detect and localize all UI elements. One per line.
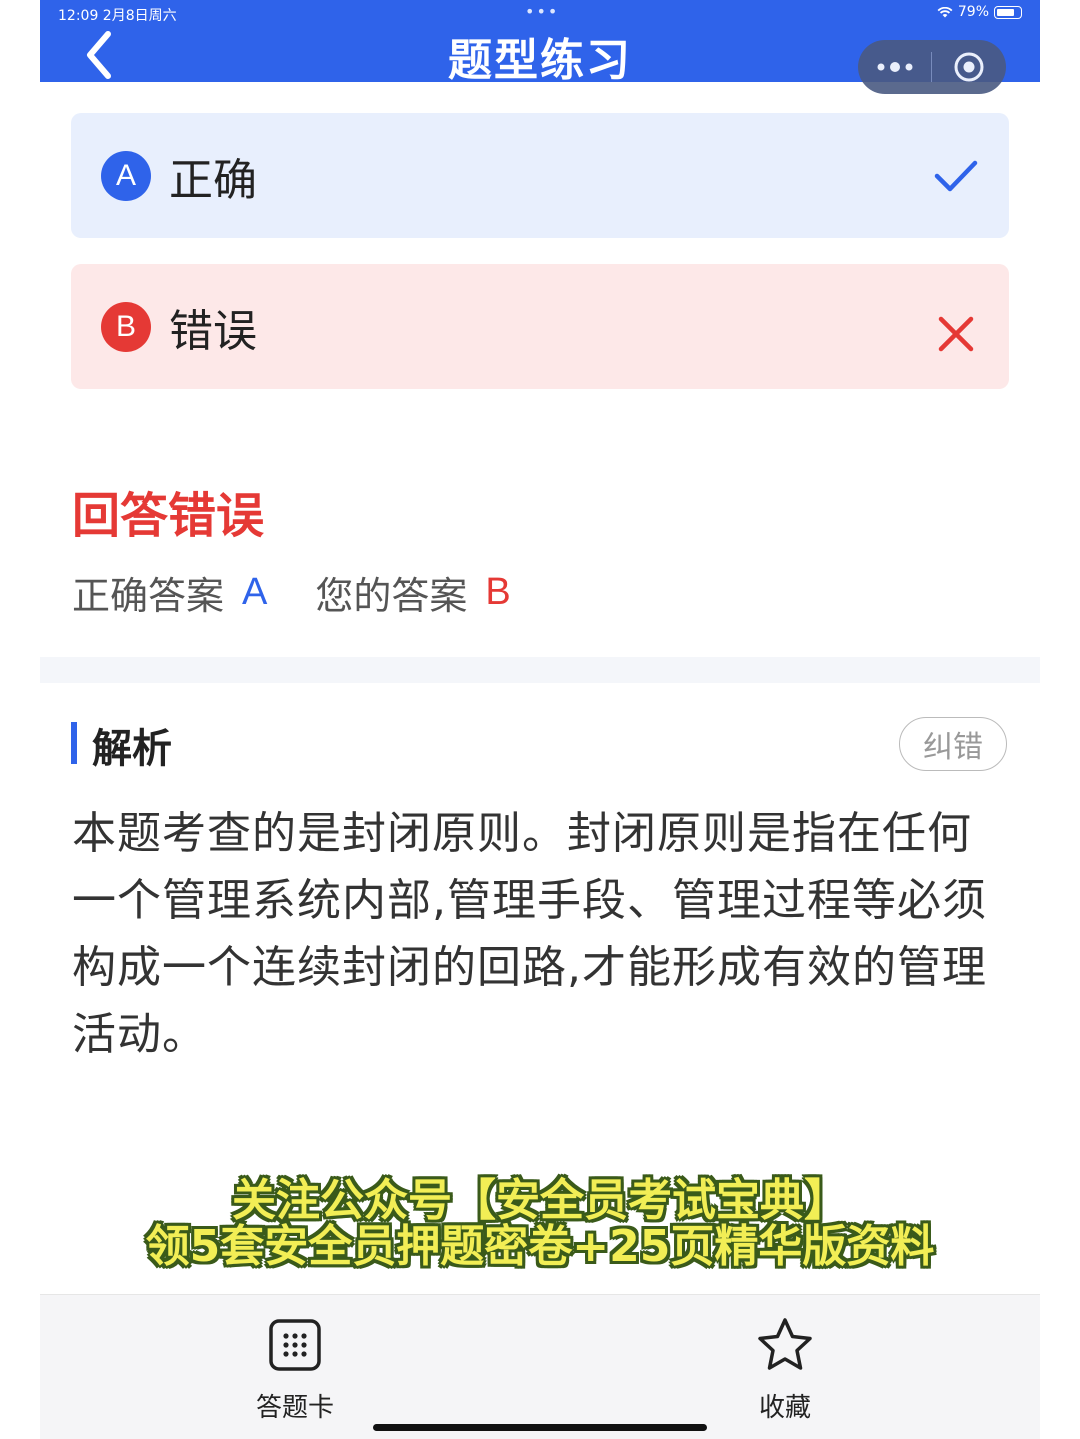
user-answer-value: B: [485, 571, 511, 613]
correct-answer-value: A: [242, 571, 268, 613]
bottom-toolbar: 答题卡 收藏: [40, 1294, 1040, 1439]
option-b[interactable]: B 错误: [71, 264, 1009, 389]
status-multitask-dots[interactable]: •••: [525, 2, 559, 21]
analysis-accent-bar: [71, 722, 77, 764]
promo-watermark: 关注公众号【安全员考试宝典】 领5套安全员押题密卷+25页精华版资料: [40, 1178, 1040, 1270]
app-screen: 12:09 2月8日周六 ••• 79% 题型练习 A 正确 B 错误 回答错误…: [40, 0, 1040, 1439]
status-time: 12:09 2月8日周六: [58, 8, 177, 24]
header: 12:09 2月8日周六 ••• 79% 题型练习: [40, 0, 1040, 94]
target-close-icon[interactable]: [932, 40, 1005, 94]
section-divider: [40, 657, 1040, 683]
option-text-b: 错误: [169, 305, 257, 357]
check-icon: [934, 160, 978, 191]
favorite-label: 收藏: [758, 1393, 811, 1423]
user-answer-label: 您的答案: [315, 574, 468, 618]
mini-program-capsule: [858, 40, 1006, 94]
home-indicator[interactable]: [373, 1424, 707, 1431]
option-letter-a: A: [101, 150, 151, 201]
option-a[interactable]: A 正确: [71, 113, 1009, 238]
option-text-a: 正确: [169, 154, 257, 206]
battery-level: [997, 8, 1014, 16]
cross-icon: [938, 316, 974, 352]
favorite-button[interactable]: 收藏: [715, 1315, 855, 1424]
analysis-title: 解析: [92, 726, 172, 772]
answer-card-grid-icon: [269, 1319, 321, 1371]
battery-icon: [994, 5, 1022, 19]
result-title: 回答错误: [72, 488, 265, 544]
answer-card-button[interactable]: 答题卡: [225, 1315, 365, 1424]
promo-line-2: 领5套安全员押题密卷+25页精华版资料: [145, 1221, 935, 1272]
star-icon: [758, 1318, 812, 1370]
answer-card-label: 答题卡: [255, 1393, 334, 1423]
more-dots-icon[interactable]: [858, 40, 931, 94]
answer-summary: 正确答案 A 您的答案 B: [72, 565, 511, 620]
wifi-icon: [937, 6, 953, 17]
analysis-text: 本题考查的是封闭原则。封闭原则是指在任何一个管理系统内部,管理手段、管理过程等必…: [72, 808, 987, 1060]
promo-line-1: 关注公众号【安全员考试宝典】: [232, 1175, 848, 1226]
correct-answer-label: 正确答案: [72, 574, 225, 618]
status-right: 79%: [937, 4, 1022, 20]
option-letter-b: B: [101, 301, 151, 352]
report-error-button[interactable]: 纠错: [899, 717, 1007, 771]
battery-percent: 79%: [957, 4, 989, 20]
